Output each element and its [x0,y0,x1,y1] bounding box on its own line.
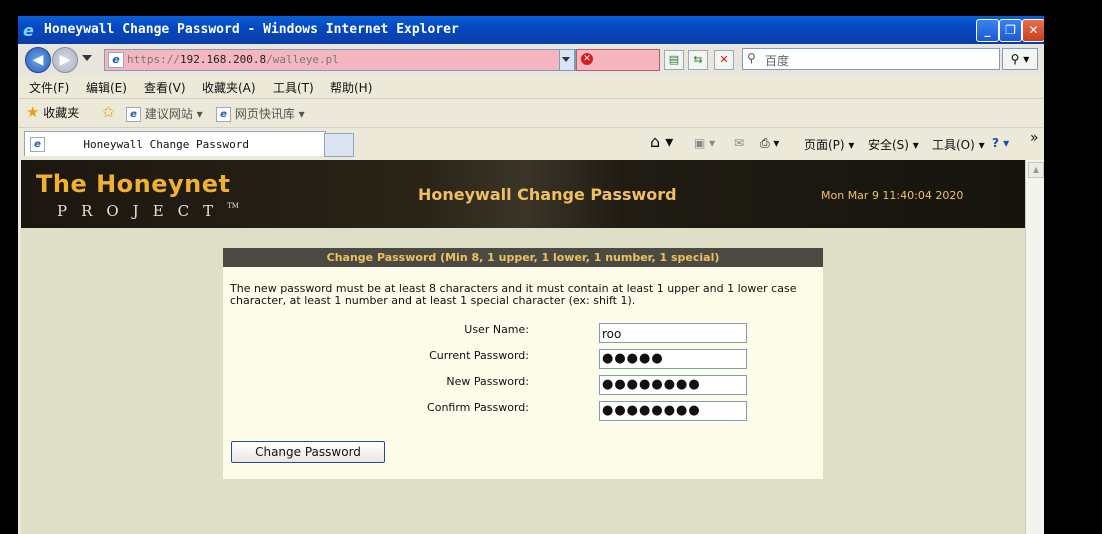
minimize-button[interactable]: _ [976,19,999,42]
menu-file[interactable]: 文件(F) [29,79,69,96]
add-favorite-button[interactable]: ✩ [102,103,115,121]
stop-button[interactable]: ✕ [714,50,734,70]
confirm-password-label: Confirm Password: [427,401,529,414]
page-content: The Honeynet PROJECTTM Honeywall Change … [21,160,1025,534]
menu-tools[interactable]: 工具(T) [273,79,314,96]
password-rules-text: The new password must be at least 8 char… [230,282,797,307]
mail-icon[interactable]: ✉ [734,136,744,150]
maximize-button[interactable]: ❐ [999,19,1022,42]
certificate-error-button[interactable]: ✕ 证书错误 [576,49,797,71]
new-password-field[interactable]: ●●●●●●●● [599,375,747,395]
address-url: https://192.168.200.8/walleye.pl [127,53,339,66]
star-icon: ★ [26,103,40,121]
scroll-up-icon[interactable]: ▲ [1028,162,1044,178]
favorites-bar: ★ 收藏夹 ✩ e 建议网站 ▾ e 网页快讯库 ▾ [18,99,1044,128]
username-label: User Name: [464,323,529,336]
menu-bar: 文件(F) 编辑(E) 查看(V) 收藏夹(A) 工具(T) 帮助(H) [18,76,1044,99]
server-datetime: Mon Mar 9 11:40:04 2020 [821,189,964,202]
back-button[interactable]: ◀ [25,47,51,73]
header-banner: The Honeynet PROJECTTM Honeywall Change … [21,160,1025,228]
address-bar[interactable]: e https://192.168.200.8/walleye.pl [104,49,576,71]
error-icon: ✕ [581,53,593,65]
browser-window: e Honeywall Change Password - Windows In… [18,16,1044,534]
print-icon[interactable]: ⎙ ▾ [760,136,779,151]
compatibility-view-button[interactable]: ▤ [664,50,684,70]
tab-bar: e Honeywall Change Password ⌂ ▾ ▣ ▾ ✉ ⎙ … [18,128,1044,158]
forward-button[interactable]: ▶ [52,47,78,73]
favorites-button[interactable]: ★ 收藏夹 [26,103,79,121]
tab-honeywall[interactable]: e Honeywall Change Password [24,131,326,156]
vertical-scrollbar[interactable]: ▲ [1025,160,1044,534]
search-icon: ⚲ [747,51,756,65]
help-icon[interactable]: ? ▾ [992,136,1009,150]
ie-page-icon: e [126,107,141,122]
tab-title: Honeywall Change Password [83,138,249,151]
page-menu[interactable]: 页面(P) ▾ [804,136,854,153]
confirm-password-field[interactable]: ●●●●●●●● [599,401,747,421]
ie-page-icon: e [216,107,231,122]
ie-logo-icon: e [23,21,34,40]
new-password-label: New Password: [446,375,529,388]
ie-page-icon: e [30,137,45,152]
safety-menu[interactable]: 安全(S) ▾ [868,136,919,153]
page-icon: e [108,52,124,68]
search-go-button[interactable]: ⚲ ▾ [1002,48,1038,70]
form-header: Change Password (Min 8, 1 upper, 1 lower… [223,248,823,267]
menu-view[interactable]: 查看(V) [144,79,186,96]
tools-menu[interactable]: 工具(O) ▾ [932,136,985,153]
web-slice-gallery-button[interactable]: e 网页快讯库 ▾ [216,105,305,122]
page-title: Honeywall Change Password [418,185,677,204]
change-password-button[interactable]: Change Password [231,441,385,463]
history-dropdown-icon[interactable] [82,55,92,61]
change-password-form: Change Password (Min 8, 1 upper, 1 lower… [223,248,823,479]
project-logo-text: PROJECTTM [57,202,239,220]
current-password-label: Current Password: [429,349,529,362]
search-placeholder: 百度 [765,54,790,68]
home-icon[interactable]: ⌂ ▾ [650,132,673,151]
suggested-sites-button[interactable]: e 建议网站 ▾ [126,105,203,122]
address-dropdown-button[interactable] [559,49,575,71]
honeynet-logo: The Honeynet [36,170,231,198]
new-tab-button[interactable] [324,133,354,157]
title-bar: e Honeywall Change Password - Windows In… [18,16,1044,44]
refresh-button[interactable]: ⇆ [688,50,708,70]
search-input[interactable]: ⚲ 百度 [742,48,1000,70]
close-button[interactable]: ✕ [1022,19,1044,42]
menu-favorites[interactable]: 收藏夹(A) [202,79,256,96]
chevron-down-icon [562,57,570,62]
feeds-icon[interactable]: ▣ ▾ [694,136,715,150]
add-favorite-icon: ✩ [102,103,115,121]
current-password-field[interactable]: ●●●●● [599,349,747,369]
username-field[interactable]: roo [599,323,747,343]
menu-help[interactable]: 帮助(H) [330,79,372,96]
menu-edit[interactable]: 编辑(E) [86,79,127,96]
address-toolbar: ◀ ▶ e https://192.168.200.8/walleye.pl ✕… [18,44,1044,76]
window-title: Honeywall Change Password - Windows Inte… [44,22,459,37]
more-commands-button[interactable]: » [1030,130,1039,146]
